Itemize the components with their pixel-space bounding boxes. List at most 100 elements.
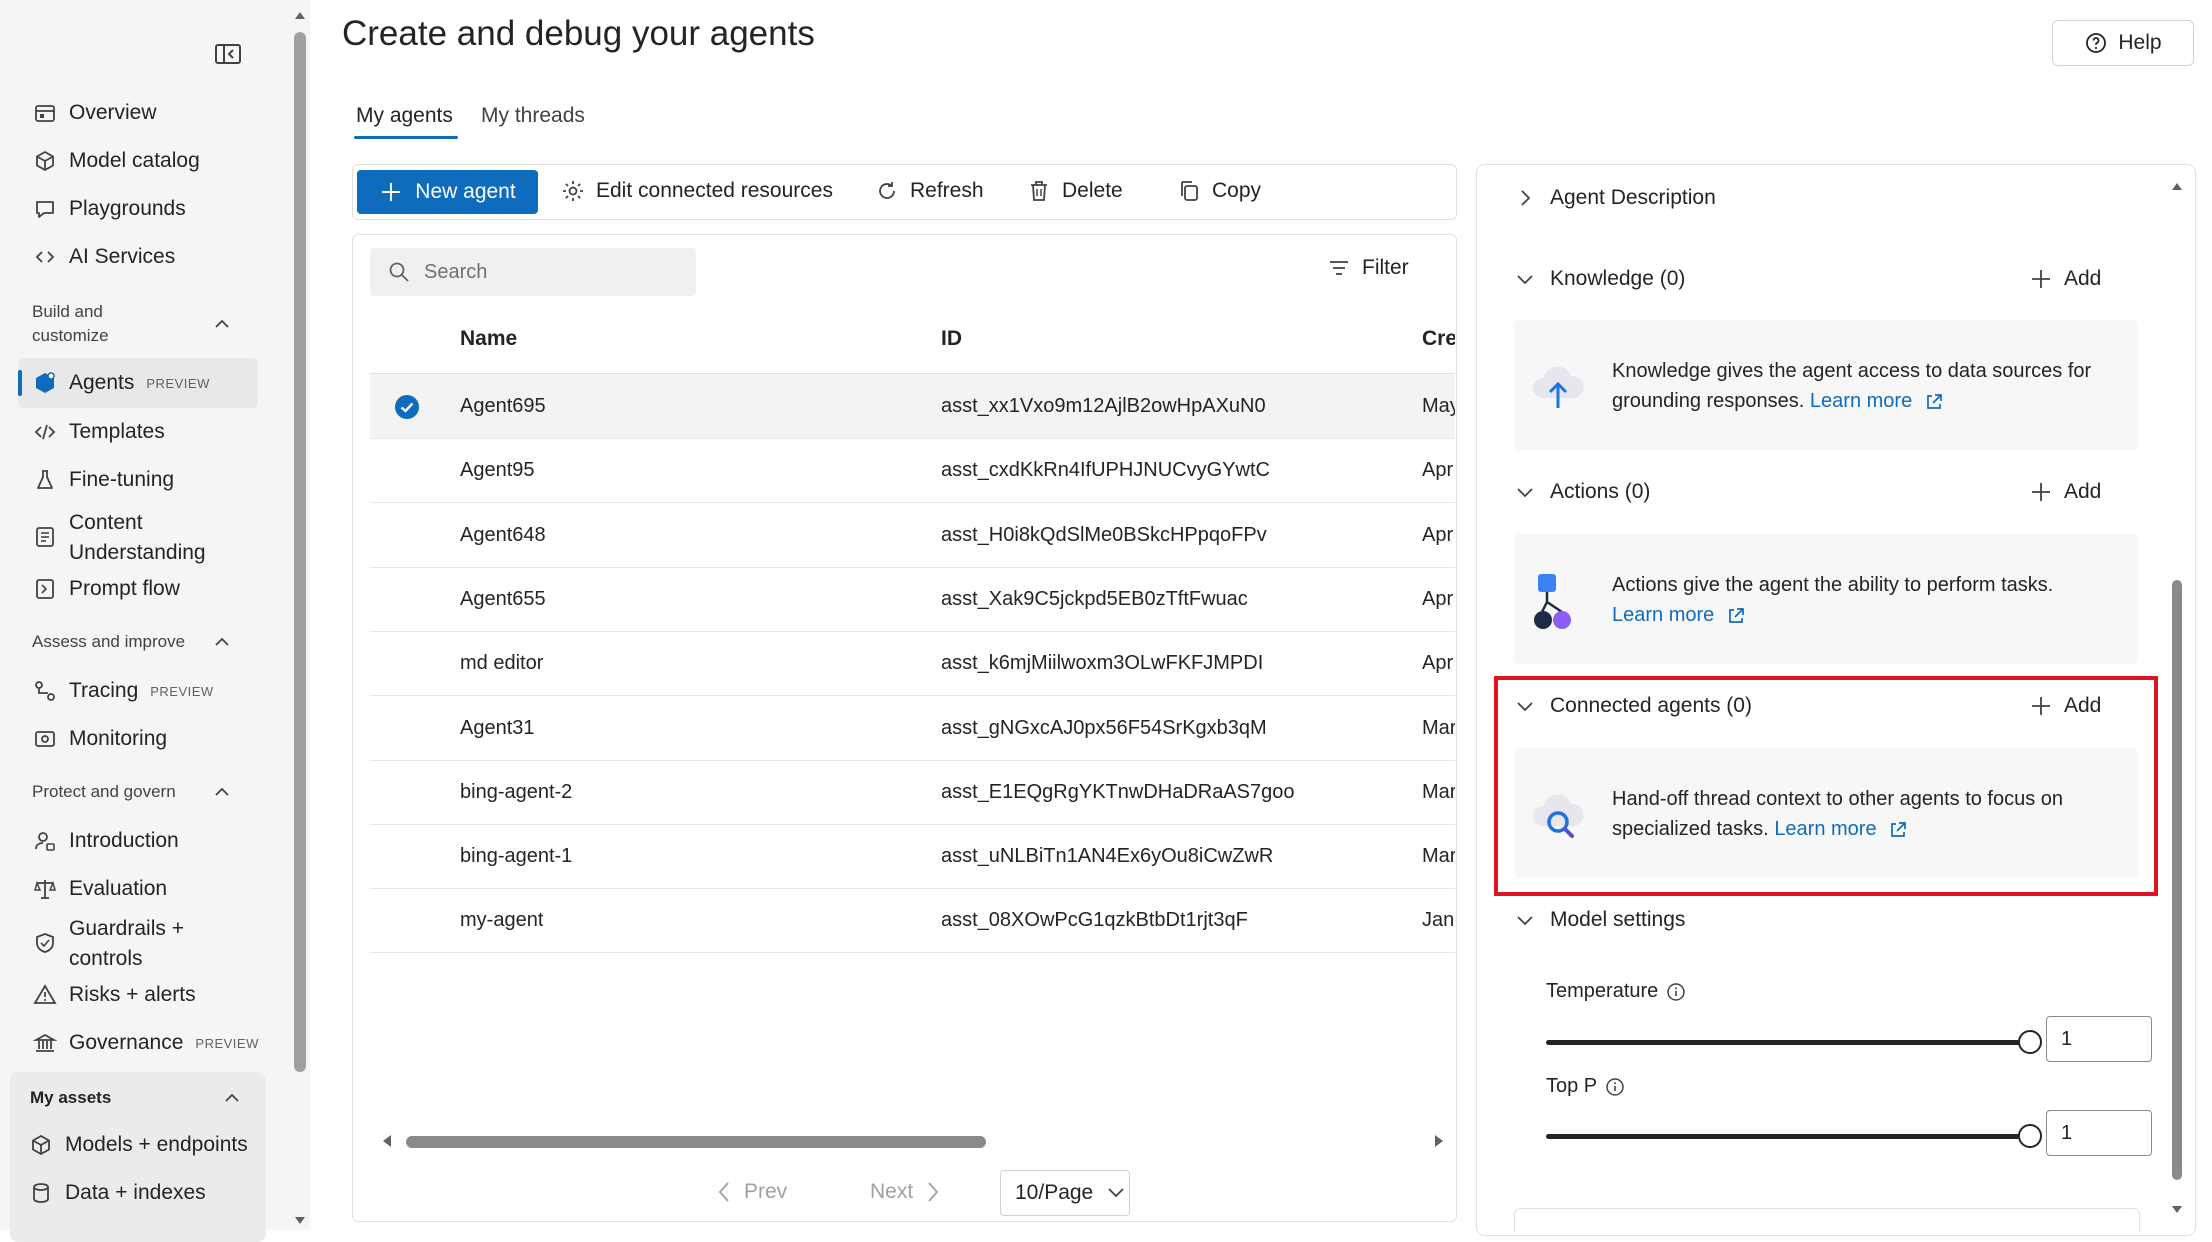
model-settings-section[interactable]: Model settings: [1514, 908, 1685, 932]
agent-name-cell[interactable]: md editor: [460, 631, 543, 695]
table-row[interactable]: md editor asst_k6mjMiilwoxm3OLwFKFJMPDI Ap…: [370, 631, 1455, 697]
nav-model-catalog[interactable]: Model catalog: [32, 148, 200, 174]
section-protect-govern[interactable]: Protect and govern: [32, 780, 176, 804]
chevron-up-icon[interactable]: [212, 314, 232, 334]
column-header-created[interactable]: Crea: [1422, 327, 1455, 351]
scroll-down-arrow-icon[interactable]: [292, 1214, 308, 1228]
agent-name-cell[interactable]: Agent655: [460, 567, 546, 631]
hscroll-right-arrow-icon[interactable]: [1432, 1133, 1446, 1149]
knowledge-title: Knowledge (0): [1550, 267, 1686, 290]
agent-name-cell[interactable]: Agent695: [460, 374, 546, 438]
nav-ai-services-label: AI Services: [69, 245, 176, 268]
table-horizontal-scroll-thumb[interactable]: [406, 1136, 986, 1148]
table-row[interactable]: Agent695 asst_xx1Vxo9m12AjlB2owHpAXuN0 May: [370, 374, 1455, 439]
column-header-id[interactable]: ID: [941, 327, 962, 351]
section-assess-improve[interactable]: Assess and improve: [32, 630, 185, 654]
table-row[interactable]: Agent31 asst_gNGxcAJ0px56F54SrKgxb3qM Mar: [370, 696, 1455, 761]
copy-button[interactable]: Copy: [1176, 164, 1261, 218]
chevron-up-icon[interactable]: [222, 1088, 242, 1108]
table-row[interactable]: Agent655 asst_Xak9C5jckpd5EB0zTftFwuac Apr: [370, 567, 1455, 632]
knowledge-learn-more-link[interactable]: Learn more: [1810, 390, 1912, 412]
temperature-slider-thumb[interactable]: [2018, 1030, 2042, 1054]
agent-name-cell[interactable]: my-agent: [460, 888, 543, 952]
agent-name-cell[interactable]: bing-agent-1: [460, 824, 572, 888]
scroll-up-arrow-icon[interactable]: [292, 8, 308, 22]
next-page-button[interactable]: Next: [870, 1180, 941, 1204]
collapse-sidebar-icon[interactable]: [214, 42, 242, 66]
nav-ai-services[interactable]: AI Services: [32, 244, 175, 270]
nav-guardrails[interactable]: Guardrails + controls: [32, 914, 184, 974]
help-button[interactable]: Help: [2052, 20, 2194, 66]
nav-introduction[interactable]: Introduction: [32, 828, 179, 854]
hscroll-left-arrow-icon[interactable]: [380, 1133, 394, 1149]
agent-name-cell[interactable]: Agent31: [460, 696, 535, 760]
nav-models-endpoints[interactable]: Models + endpoints: [28, 1132, 248, 1158]
filter-button[interactable]: Filter: [1328, 256, 1409, 280]
section-build-customize[interactable]: Build and customize: [32, 300, 109, 348]
tab-my-threads[interactable]: My threads: [481, 104, 585, 128]
agent-name-cell[interactable]: bing-agent-2: [460, 760, 572, 824]
section-my-assets[interactable]: My assets: [30, 1086, 111, 1110]
nav-templates-label: Templates: [69, 420, 165, 443]
knowledge-text-line2: grounding responses. Learn more: [1612, 386, 2091, 416]
agent-name-cell[interactable]: Agent648: [460, 503, 546, 567]
nav-agents[interactable]: Agents PREVIEW: [32, 370, 210, 396]
prev-page-button[interactable]: Prev: [716, 1180, 787, 1204]
actions-info-text: Actions give the agent the ability to pe…: [1612, 570, 2053, 630]
tab-my-agents[interactable]: My agents: [356, 104, 453, 128]
tab-active-underline: [354, 136, 458, 139]
nav-evaluation[interactable]: Evaluation: [32, 876, 167, 902]
nav-fine-tuning[interactable]: Fine-tuning: [32, 467, 174, 493]
nav-monitoring[interactable]: Monitoring: [32, 726, 167, 752]
plus-icon: [379, 180, 403, 204]
nav-playgrounds[interactable]: Playgrounds: [32, 196, 186, 222]
temperature-slider-track[interactable]: [1546, 1040, 2030, 1045]
table-row[interactable]: bing-agent-1 asst_uNLBiTn1AN4Ex6yOu8iCwZw…: [370, 824, 1455, 890]
info-icon[interactable]: [1666, 982, 1686, 1002]
search-input[interactable]: Search: [370, 248, 696, 296]
actions-add-button[interactable]: Add: [2030, 480, 2101, 504]
agent-description-section[interactable]: Agent Description: [1514, 186, 1716, 210]
temperature-input[interactable]: 1: [2046, 1016, 2152, 1062]
actions-section[interactable]: Actions (0): [1514, 480, 1650, 504]
chevron-up-icon[interactable]: [212, 632, 232, 652]
external-link-icon[interactable]: [1726, 606, 1746, 626]
column-header-name[interactable]: Name: [460, 327, 517, 351]
knowledge-add-button[interactable]: Add: [2030, 267, 2101, 291]
panel-scroll-down-icon[interactable]: [2170, 1204, 2184, 1216]
table-row[interactable]: Agent648 asst_H0i8kQdSlMe0BSkcHPpqoFPv Apr: [370, 503, 1455, 568]
per-page-select[interactable]: 10/Page: [1000, 1170, 1130, 1216]
nav-content-understanding[interactable]: Content Understanding: [32, 508, 206, 568]
knowledge-section[interactable]: Knowledge (0): [1514, 267, 1685, 291]
refresh-button[interactable]: Refresh: [874, 164, 984, 218]
chevron-up-icon[interactable]: [212, 782, 232, 802]
top-p-input[interactable]: 1: [2046, 1110, 2152, 1156]
checkmark-circle-icon[interactable]: [394, 394, 420, 420]
nav-prompt-flow[interactable]: Prompt flow: [32, 576, 180, 602]
nav-models-endpoints-label: Models + endpoints: [65, 1133, 248, 1156]
edit-connected-resources-button[interactable]: Edit connected resources: [560, 164, 833, 218]
agent-name-cell[interactable]: Agent95: [460, 438, 535, 502]
cloud-upload-icon: [1528, 358, 1588, 414]
nav-tracing[interactable]: Tracing PREVIEW: [32, 678, 214, 704]
table-row[interactable]: bing-agent-2 asst_E1EQgRgYKTnwDHaDRaAS7go…: [370, 760, 1455, 825]
sidebar-scroll-thumb[interactable]: [294, 32, 306, 1072]
nav-data-indexes[interactable]: Data + indexes: [28, 1180, 206, 1206]
table-row[interactable]: Agent95 asst_cxdKkRn4IfUPHJNUCvyGYwtC Apr: [370, 438, 1455, 504]
model-settings-title: Model settings: [1550, 908, 1686, 931]
table-row[interactable]: my-agent asst_08XOwPcG1qzkBtbDt1rjt3qF Jan: [370, 888, 1455, 954]
nav-risks-alerts[interactable]: Risks + alerts: [32, 982, 196, 1008]
new-agent-button[interactable]: New agent: [357, 170, 538, 214]
actions-learn-more-link[interactable]: Learn more: [1612, 604, 1714, 626]
nav-overview[interactable]: Overview: [32, 100, 157, 126]
panel-scroll-up-icon[interactable]: [2170, 180, 2184, 192]
nav-governance[interactable]: Governance PREVIEW: [32, 1030, 259, 1056]
delete-button[interactable]: Delete: [1026, 164, 1123, 218]
external-link-icon[interactable]: [1924, 392, 1944, 412]
top-p-slider-track[interactable]: [1546, 1134, 2030, 1139]
nav-templates[interactable]: Templates: [32, 419, 165, 445]
person-lock-icon: [32, 828, 58, 854]
info-icon[interactable]: [1605, 1077, 1625, 1097]
panel-scroll-thumb[interactable]: [2172, 580, 2182, 1180]
top-p-slider-thumb[interactable]: [2018, 1124, 2042, 1148]
